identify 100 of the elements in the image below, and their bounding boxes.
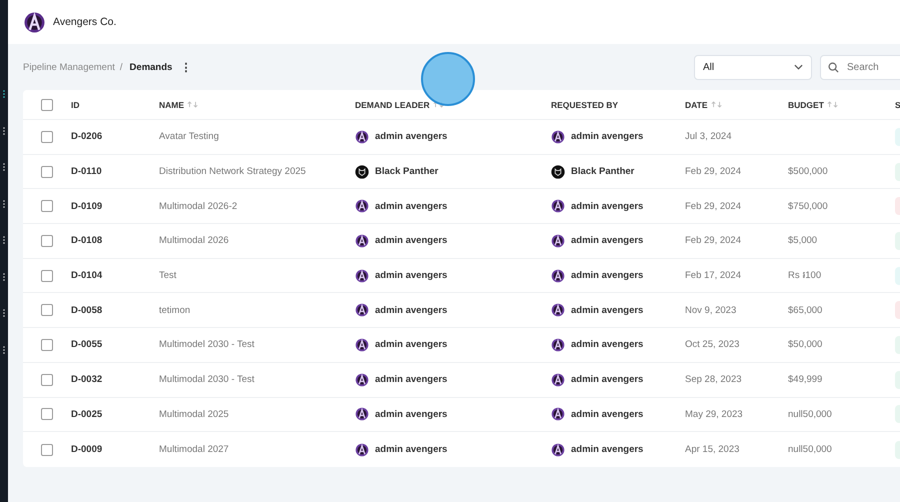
row-checkbox[interactable] (41, 130, 53, 143)
row-checkbox[interactable] (41, 166, 53, 178)
logo-avatar-icon (551, 130, 565, 144)
date-cell: Feb 29, 2024 (685, 235, 741, 246)
column-header[interactable]: NAME (159, 100, 184, 110)
logo-avatar-icon (551, 372, 565, 387)
row-checkbox[interactable] (41, 374, 53, 386)
requester-name: admin avengers (571, 131, 644, 142)
id-cell: D-0206 (71, 131, 102, 142)
breadcrumb-current: Demands (130, 62, 172, 72)
drag-handle-icon[interactable] (3, 90, 5, 98)
date-cell: Feb 29, 2024 (685, 200, 741, 212)
logo-avatar-icon (551, 407, 565, 422)
id-cell: D-0055 (71, 339, 102, 350)
logo-avatar-icon (355, 199, 369, 214)
row-checkbox[interactable] (41, 200, 53, 212)
date-cell: Feb 29, 2024 (685, 166, 741, 178)
drag-handle-icon[interactable] (3, 346, 5, 354)
row-checkbox[interactable] (41, 444, 53, 456)
requester-name: admin avengers (571, 200, 644, 212)
logo-avatar-icon (355, 407, 369, 422)
requester-name: admin avengers (571, 374, 644, 386)
name-cell: Distribution Network Strategy 2025 (159, 166, 306, 178)
name-cell: tetimon (159, 304, 190, 316)
name-cell: Multimodal 2030 - Test (159, 374, 254, 386)
logo-avatar-icon (551, 234, 565, 248)
requester-name: admin avengers (571, 408, 644, 420)
sort-icon[interactable] (187, 101, 200, 108)
mask-avatar-icon (355, 164, 369, 179)
budget-cell: $49,999 (788, 374, 822, 386)
drag-handle-icon[interactable] (3, 163, 5, 171)
id-cell: D-0109 (71, 200, 102, 212)
name-cell: Avatar Testing (159, 131, 219, 142)
drag-handle-icon[interactable] (3, 272, 5, 280)
more-menu-button[interactable]: ⋮ (177, 60, 194, 74)
id-cell: D-0032 (71, 374, 102, 386)
leader-name: admin avengers (375, 374, 448, 386)
name-cell: Multimodal 2026-2 (159, 200, 238, 212)
row-checkbox[interactable] (41, 304, 53, 316)
drag-handle-icon[interactable] (3, 126, 5, 134)
logo-avatar-icon (551, 338, 565, 352)
requester-name: admin avengers (571, 304, 644, 316)
budget-cell: $750,000 (788, 200, 828, 212)
logo-avatar-icon (355, 372, 369, 387)
sort-icon[interactable] (826, 101, 839, 108)
sort-icon[interactable] (432, 101, 445, 108)
requester-name: admin avengers (571, 339, 644, 350)
filter-dropdown[interactable]: All (694, 54, 812, 80)
id-cell: D-0108 (71, 235, 102, 246)
date-cell: Nov 9, 2023 (685, 304, 736, 316)
requester-name: Black Panther (571, 166, 634, 178)
date-cell: Oct 25, 2023 (685, 339, 740, 350)
app-name: Avengers Co. (53, 16, 116, 28)
drag-handle-icon[interactable] (3, 236, 5, 244)
logo-avatar-icon (355, 130, 369, 144)
logo-icon (24, 12, 45, 32)
date-cell: Apr 15, 2023 (685, 444, 740, 456)
date-cell: Feb 17, 2024 (685, 270, 741, 282)
logo-avatar-icon (355, 268, 369, 283)
drag-handle-icon[interactable] (3, 200, 5, 208)
logo-avatar-icon (355, 303, 369, 318)
row-checkbox[interactable] (41, 270, 53, 282)
budget-cell: null50,000 (788, 408, 832, 420)
column-header[interactable]: BUDGET (788, 100, 824, 110)
logo-avatar-icon (355, 234, 369, 248)
name-cell: Multimodal 2025 (159, 408, 229, 420)
date-cell: Sep 28, 2023 (685, 374, 742, 386)
budget-cell: null50,000 (788, 444, 832, 456)
column-header: REQUESTED BY (551, 100, 618, 110)
drag-handle-icon[interactable] (3, 309, 5, 317)
column-header[interactable]: DATE (685, 100, 708, 110)
logo-avatar-icon (551, 199, 565, 214)
sort-icon[interactable] (710, 101, 723, 108)
column-header: ID (71, 100, 80, 110)
logo-avatar-icon (551, 442, 565, 457)
leader-name: admin avengers (375, 270, 448, 282)
leader-name: admin avengers (375, 444, 448, 456)
date-cell: May 29, 2023 (685, 408, 743, 420)
date-cell: Jul 3, 2024 (685, 131, 732, 142)
id-cell: D-0110 (71, 166, 102, 178)
select-all-checkbox[interactable] (41, 98, 53, 110)
search-field[interactable]: Search (820, 54, 900, 80)
leader-name: admin avengers (375, 408, 448, 420)
id-cell: D-0009 (71, 444, 102, 456)
leader-name: admin avengers (375, 200, 448, 212)
row-checkbox[interactable] (41, 408, 53, 420)
row-checkbox[interactable] (41, 234, 53, 247)
logo-avatar-icon (551, 303, 565, 318)
chevron-down-icon (794, 64, 803, 70)
leader-name: admin avengers (375, 235, 448, 246)
leader-name: admin avengers (375, 131, 448, 142)
budget-cell: $65,000 (788, 304, 822, 316)
requester-name: admin avengers (571, 235, 644, 246)
name-cell: Multimodal 2027 (159, 444, 229, 456)
breadcrumb-separator: / (120, 62, 123, 72)
budget-cell: $500,000 (788, 166, 828, 178)
column-header[interactable]: DEMAND LEADER (355, 100, 430, 110)
logo-avatar-icon (551, 268, 565, 283)
budget-cell: $50,000 (788, 339, 822, 350)
row-checkbox[interactable] (41, 338, 53, 351)
